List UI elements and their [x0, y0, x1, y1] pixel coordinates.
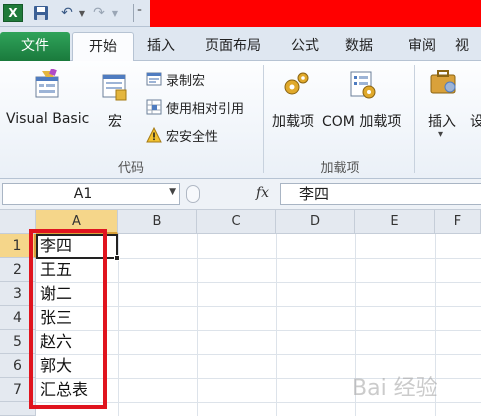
undo-icon[interactable]: ↶ — [58, 4, 76, 22]
record-macro-button[interactable]: 录制宏 — [146, 69, 205, 89]
insert-control-button[interactable] — [428, 67, 460, 99]
relative-references-button[interactable]: 使用相对引用 — [146, 97, 244, 117]
tab-review[interactable]: 审阅 — [397, 32, 447, 61]
column-header-f[interactable]: F — [435, 210, 481, 234]
macros-button[interactable] — [100, 71, 132, 103]
formula-bar-handle[interactable] — [186, 185, 200, 203]
ribbon-developer: Visual Basic 宏 录制宏 使用相对引用 宏安全性 代码 加载项 CO… — [0, 61, 481, 179]
group-label-code: 代码 — [117, 161, 144, 176]
visual-basic-button[interactable] — [30, 68, 66, 101]
undo-dropdown-icon[interactable]: ▼ — [77, 4, 87, 22]
gears-icon — [280, 69, 312, 101]
column-header-b[interactable]: B — [118, 210, 197, 234]
macro-security-label: 宏安全性 — [166, 129, 219, 145]
record-macro-label: 录制宏 — [166, 73, 206, 89]
record-macro-icon — [146, 71, 162, 87]
gridline — [276, 234, 277, 416]
tab-home[interactable]: 开始 — [72, 32, 134, 61]
formula-input[interactable]: 李四 — [280, 183, 481, 205]
visual-basic-label: Visual Basic — [6, 111, 90, 127]
tab-page-layout[interactable]: 页面布局 — [192, 32, 274, 61]
name-box[interactable]: A1 ▼ — [2, 183, 180, 205]
visual-basic-icon — [32, 68, 64, 101]
title-redaction-bar — [150, 0, 481, 27]
relative-references-icon — [146, 99, 162, 115]
fill-handle[interactable] — [114, 255, 120, 261]
com-addins-label: COM 加载项 — [322, 114, 402, 130]
column-header-e[interactable]: E — [355, 210, 435, 234]
tab-view[interactable]: 视 — [455, 32, 481, 61]
ribbon-separator — [263, 65, 264, 173]
insert-control-label: 插入 — [428, 114, 456, 130]
ribbon-separator — [414, 65, 415, 173]
name-box-dropdown-icon[interactable]: ▼ — [169, 187, 176, 197]
tab-data[interactable]: 数据 — [334, 32, 384, 61]
name-box-value: A1 — [73, 186, 93, 202]
com-addins-button[interactable] — [346, 69, 378, 101]
toolbox-icon — [428, 67, 460, 99]
warning-icon — [146, 127, 162, 143]
addins-label: 加载项 — [272, 114, 314, 130]
formula-bar: A1 ▼ fx 李四 — [0, 179, 481, 210]
group-label-addins: 加载项 — [320, 161, 360, 176]
insert-function-icon[interactable]: fx — [256, 185, 269, 201]
gridline — [197, 234, 198, 416]
ribbon-tab-row: 文件 开始 插入 页面布局 公式 数据 审阅 视 — [0, 27, 481, 61]
excel-app-icon[interactable]: X — [3, 4, 23, 22]
highlight-box — [29, 229, 107, 409]
tab-insert[interactable]: 插入 — [136, 32, 186, 61]
com-addins-icon — [346, 69, 378, 101]
watermark: Bai 经验 — [352, 376, 438, 401]
redo-icon[interactable]: ↷ — [90, 4, 108, 22]
redo-dropdown-icon[interactable]: ▼ — [110, 4, 120, 22]
title-bar: X ↶ ▼ ↷ ▼ ⁼ — [0, 0, 481, 27]
save-icon[interactable] — [32, 4, 50, 22]
column-header-c[interactable]: C — [197, 210, 276, 234]
macros-icon — [100, 71, 132, 103]
worksheet-grid: A B C D E F 1 2 3 4 5 6 7 李四 王五 谢二 张三 赵六… — [0, 210, 481, 416]
macro-security-button[interactable]: 宏安全性 — [146, 125, 218, 145]
tab-file[interactable]: 文件 — [0, 32, 70, 61]
customize-toolbar-icon[interactable]: ⁼ — [133, 4, 145, 22]
insert-control-dropdown-icon[interactable]: ▾ — [438, 129, 443, 140]
relative-references-label: 使用相对引用 — [166, 101, 245, 117]
tab-formulas[interactable]: 公式 — [280, 32, 330, 61]
column-header-d[interactable]: D — [276, 210, 355, 234]
addins-button[interactable] — [280, 69, 312, 101]
design-mode-label[interactable]: 设 — [470, 111, 481, 131]
macros-label: 宏 — [108, 114, 122, 130]
gridline — [118, 234, 119, 416]
